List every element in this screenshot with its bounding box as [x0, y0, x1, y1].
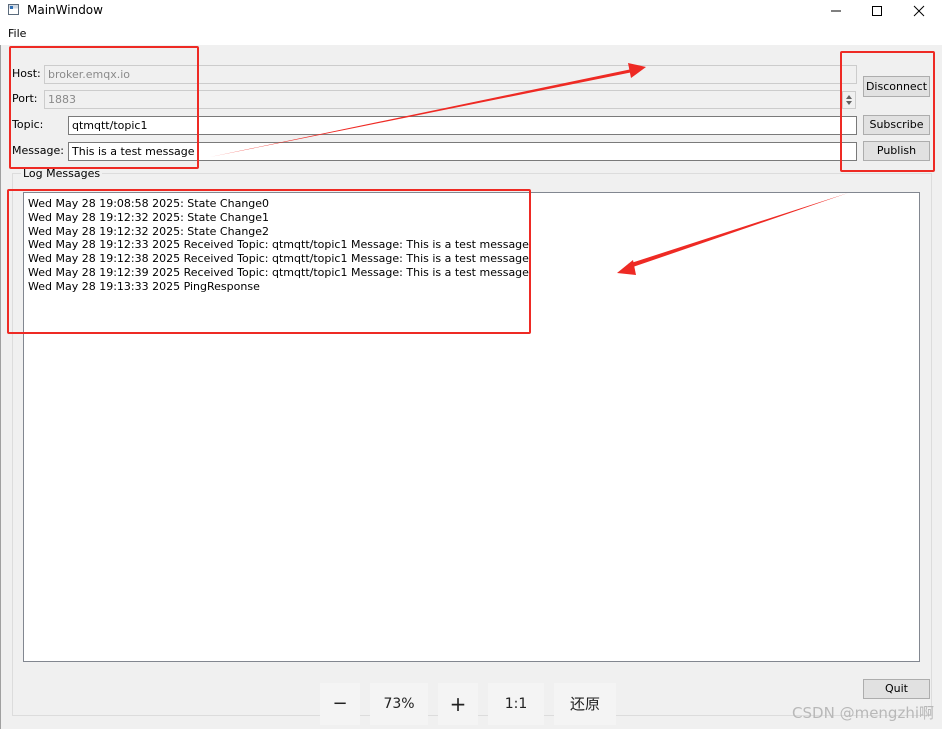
window-title: MainWindow [27, 3, 103, 17]
quit-button[interactable]: Quit [863, 679, 930, 699]
title-bar: MainWindow [0, 0, 942, 22]
minimize-button[interactable] [816, 0, 856, 22]
annotation-box-connection-fields [9, 46, 199, 169]
zoom-in-button[interactable]: + [438, 683, 478, 725]
log-group-title: Log Messages [21, 167, 103, 181]
screenshot-root: MainWindow File Host: broker.emqx.io Por… [0, 0, 942, 729]
close-button[interactable] [899, 0, 939, 22]
zoom-out-button[interactable]: − [320, 683, 360, 725]
maximize-button[interactable] [857, 0, 897, 22]
restore-button[interactable]: 还原 [554, 683, 616, 725]
annotation-box-buttons [840, 51, 935, 172]
close-icon [913, 5, 925, 17]
actual-size-button[interactable]: 1:1 [488, 683, 544, 725]
menu-bar: File [0, 24, 942, 44]
maximize-icon [872, 6, 882, 16]
zoom-level: 73% [370, 683, 428, 725]
image-zoom-toolbar: − 73% + 1:1 还原 [320, 683, 620, 725]
minimize-icon [831, 10, 841, 12]
menu-file[interactable]: File [8, 27, 26, 41]
annotation-box-log [7, 189, 531, 334]
watermark: CSDN @mengzhi啊 [792, 704, 934, 722]
window-app-icon [8, 4, 19, 15]
